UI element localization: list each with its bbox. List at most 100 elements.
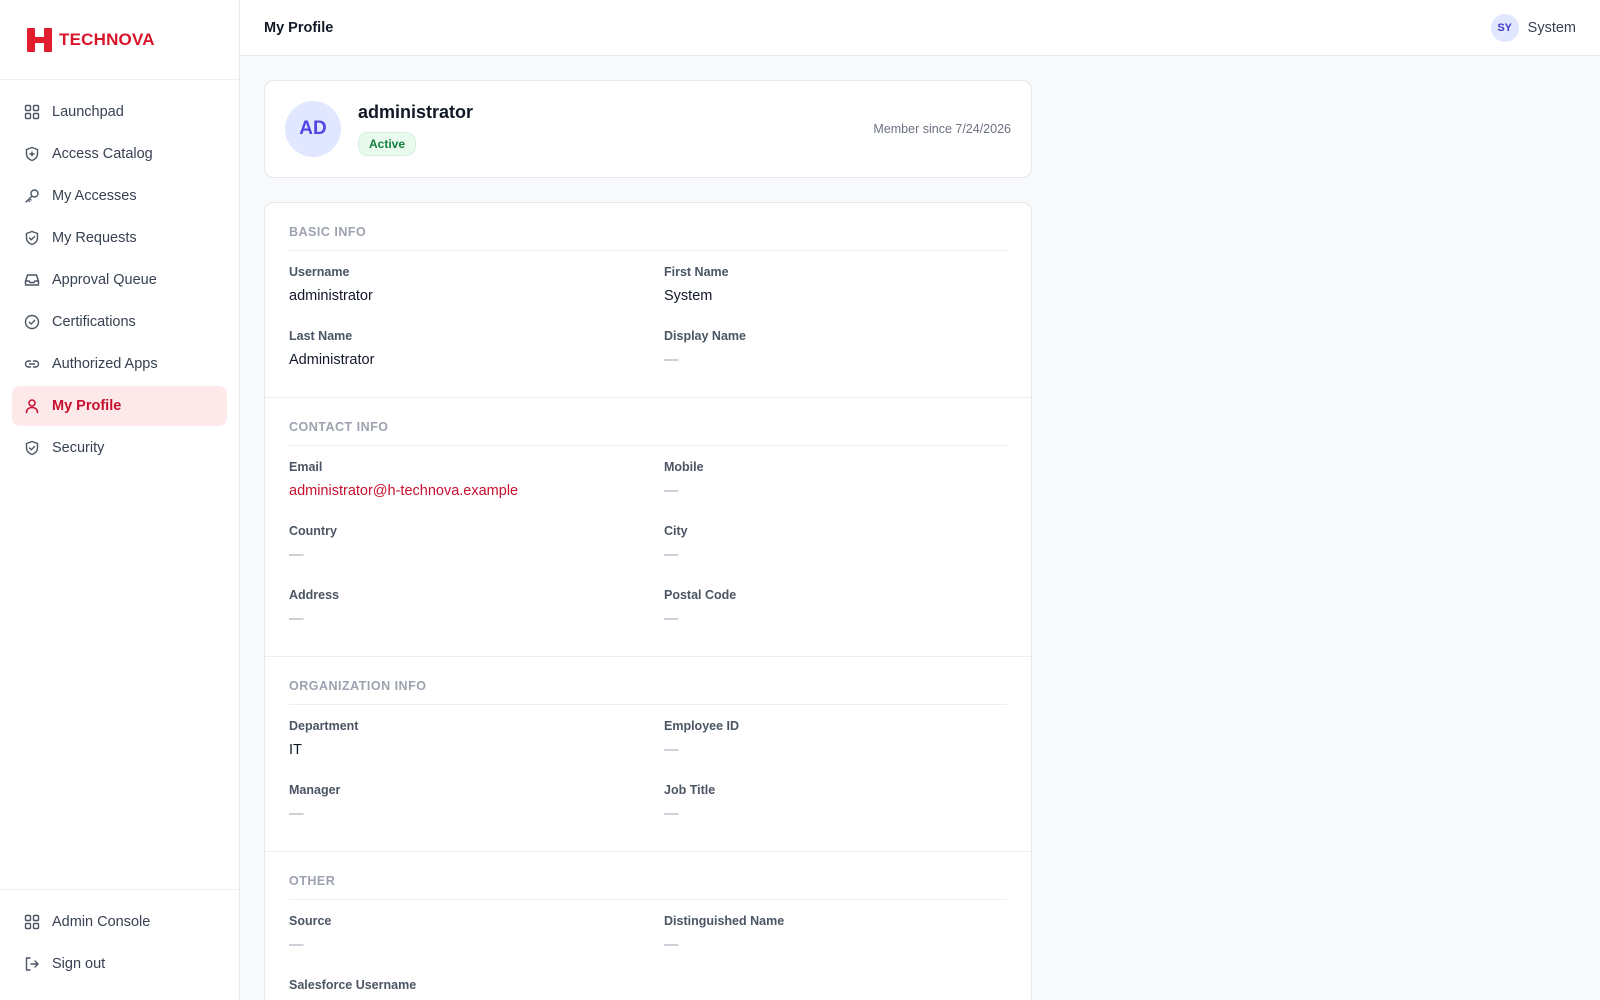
brand-name: TECHNOVA [59,29,155,49]
field-source: Source — [289,914,664,978]
profile-name: administrator [358,102,474,122]
field-email: Email administrator@h-technova.example [289,460,664,524]
profile-card: AD administrator Active Member since 7/2… [264,80,1032,178]
field-label: Job Title [664,783,716,797]
sidebar-item-label: Certifications [52,314,136,330]
field-display-name: Display Name — [664,329,1007,393]
sidebar-item-label: Security [52,440,105,456]
organization-info-section: ORGANIZATION INFO Department IT Employee… [265,657,1031,852]
sign-out-icon [24,956,40,972]
field-value: — [664,806,679,822]
field-label: Display Name [664,329,746,343]
field-distinguished-name: Distinguished Name — [664,914,1007,978]
email-link[interactable]: administrator@h-technova.example [289,483,664,499]
other-info-section: OTHER Source — Distinguished Name — Sale… [265,852,1031,1000]
status-badge: Active [358,132,417,156]
field-postal-code: Postal Code — [664,588,1007,652]
field-label: Distinguished Name [664,914,785,928]
sign-out-button[interactable]: Sign out [12,944,227,984]
field-value: — [664,742,679,758]
field-value: — [664,937,679,953]
field-label: City [664,524,688,538]
sidebar-bottom: Admin Console Sign out [0,889,239,1000]
field-value: — [664,547,679,563]
sidebar: TECHNOVA Launchpad Access Catalog My Acc… [0,0,240,1000]
sidebar-item-label: Access Catalog [52,146,153,162]
field-label: Email [289,460,323,474]
profile-summary: administrator Active [358,102,473,156]
sidebar-item-access-catalog[interactable]: Access Catalog [12,134,227,174]
sidebar-item-my-requests[interactable]: My Requests [12,218,227,258]
sidebar-item-security[interactable]: Security [12,428,227,468]
section-title: ORGANIZATION INFO [289,679,1007,705]
field-value: — [289,806,304,822]
field-label: Postal Code [664,588,737,602]
field-value: — [664,352,679,368]
contact-info-section: CONTACT INFO Email administrator@h-techn… [265,398,1031,657]
check-circle-icon [24,314,40,330]
brand-logo [27,27,52,52]
sidebar-item-launchpad[interactable]: Launchpad [12,92,227,132]
profile-details-card: BASIC INFO Username administrator First … [264,202,1032,1000]
user-icon [24,398,40,414]
sidebar-item-label: Sign out [52,956,106,972]
sidebar-item-label: Authorized Apps [52,356,158,372]
sidebar-item-label: Approval Queue [52,272,157,288]
field-label: Username [289,265,350,279]
sidebar-item-label: My Accesses [52,188,137,204]
member-since: Member since 7/24/2026 [873,122,1011,136]
brand[interactable]: TECHNOVA [0,0,239,80]
field-label: Manager [289,783,341,797]
section-title: OTHER [289,874,1007,900]
field-first-name: First Name System [664,265,1007,329]
shield-plus-icon [24,146,40,162]
sidebar-nav: Launchpad Access Catalog My Accesses My … [0,80,239,468]
main-content: AD administrator Active Member since 7/2… [264,80,1032,1000]
section-title: CONTACT INFO [289,420,1007,446]
field-employee-id: Employee ID — [664,719,1007,783]
field-label: First Name [664,265,729,279]
profile-avatar: AD [285,101,341,157]
field-salesforce-username: Salesforce Username [289,978,664,1000]
field-username: Username administrator [289,265,664,329]
field-value: — [289,547,304,563]
basic-info-section: BASIC INFO Username administrator First … [265,203,1031,398]
sidebar-item-my-profile[interactable]: My Profile [12,386,227,426]
field-label: Department [289,719,359,733]
shield-check-icon [24,230,40,246]
field-manager: Manager — [289,783,664,847]
field-label: Last Name [289,329,353,343]
field-last-name: Last Name Administrator [289,329,664,393]
sidebar-item-certifications[interactable]: Certifications [12,302,227,342]
shield-icon [24,440,40,456]
field-value: System [664,288,713,304]
sidebar-item-label: My Profile [52,398,122,414]
field-value: Administrator [289,352,375,368]
field-value: — [289,611,304,627]
inbox-icon [24,272,40,288]
avatar: SY [1490,13,1519,42]
field-label: Mobile [664,460,704,474]
field-address: Address — [289,588,664,652]
field-label: Address [289,588,340,602]
top-bar: My Profile SY System [240,0,1600,56]
field-value: administrator [289,288,373,304]
field-mobile: Mobile — [664,460,1007,524]
field-label: Source [289,914,332,928]
grid-icon [24,104,40,120]
field-value: — [289,937,304,953]
sidebar-item-my-accesses[interactable]: My Accesses [12,176,227,216]
sidebar-item-admin-console[interactable]: Admin Console [12,902,227,942]
sidebar-item-authorized-apps[interactable]: Authorized Apps [12,344,227,384]
field-label: Country [289,524,337,538]
sidebar-item-label: Admin Console [52,914,151,930]
field-country: Country — [289,524,664,588]
sidebar-item-approval-queue[interactable]: Approval Queue [12,260,227,300]
field-label: Salesforce Username [289,978,417,992]
field-value: IT [289,742,302,758]
link-icon [24,356,40,372]
field-city: City — [664,524,1007,588]
user-menu[interactable]: SY System [1490,13,1576,42]
sidebar-item-label: My Requests [52,230,137,246]
field-job-title: Job Title — [664,783,1007,847]
